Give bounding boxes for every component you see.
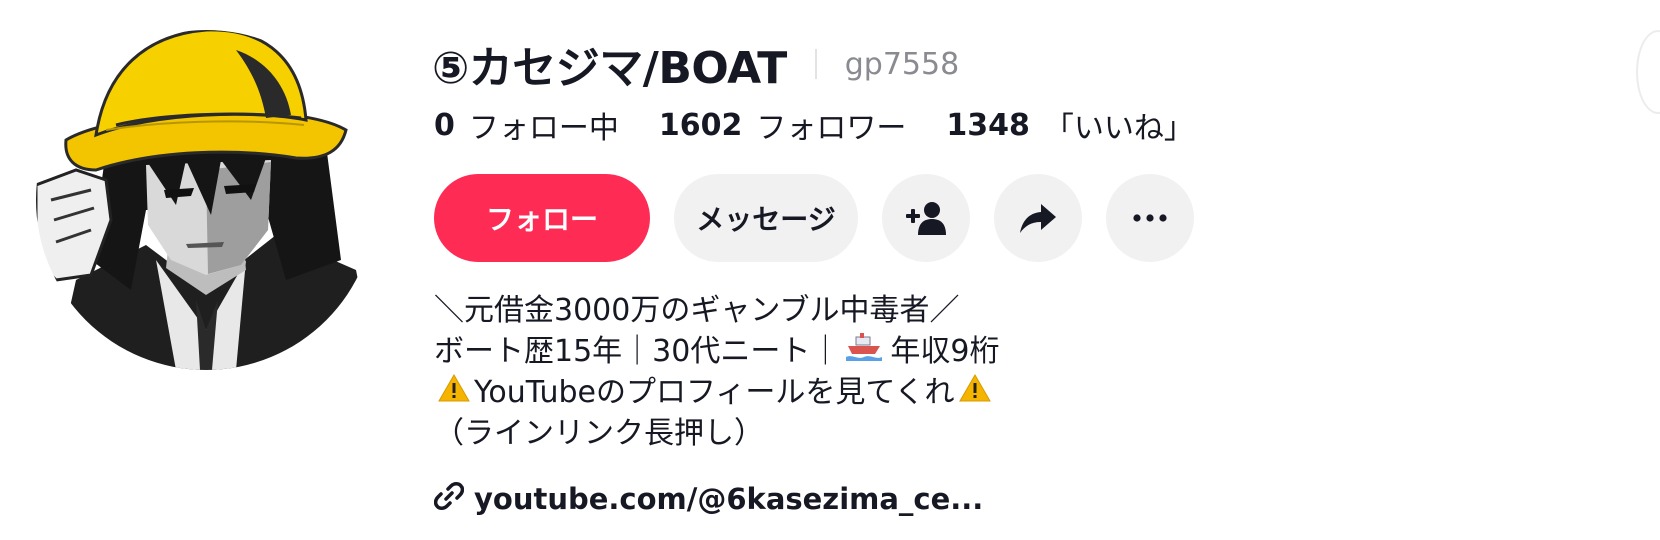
followers-label: フォロワー bbox=[756, 111, 907, 146]
username: gp7558 bbox=[844, 46, 960, 82]
boat-icon bbox=[846, 331, 883, 372]
warning-icon bbox=[438, 372, 470, 413]
likes-count: 1348 bbox=[946, 107, 1030, 143]
stat-following[interactable]: 0 フォロー中 bbox=[434, 103, 619, 147]
warning-icon bbox=[958, 372, 991, 413]
stat-likes: 1348 「いいね」 bbox=[946, 103, 1194, 147]
bio-line: YouTubeのプロフィールを見てくれ bbox=[434, 372, 1134, 413]
stat-followers[interactable]: 1602 フォロワー bbox=[659, 103, 907, 147]
following-label: フォロー中 bbox=[468, 111, 619, 146]
bio-line-3-text: YouTubeのプロフィールを見てくれ bbox=[474, 375, 955, 410]
likes-label: 「いいね」 bbox=[1043, 111, 1194, 146]
bio-line-4: （ラインリンク長押し） bbox=[434, 416, 764, 451]
message-button-label: メッセージ bbox=[696, 203, 836, 236]
name-divider bbox=[814, 49, 817, 79]
link-icon bbox=[433, 481, 465, 518]
profile-link[interactable]: youtube.com/@6kasezima_ce... bbox=[433, 478, 984, 520]
display-name: ⑤カセジマ/BOAT bbox=[432, 43, 787, 94]
share-button[interactable] bbox=[994, 174, 1082, 262]
bio-line: ボート歴15年｜30代ニート｜ 年収9桁 bbox=[434, 331, 1134, 372]
bio-line-2-text: ボート歴15年｜30代ニート｜ bbox=[434, 334, 841, 369]
bio-line-2-tail: 年収9桁 bbox=[890, 334, 1000, 369]
bio: ＼元借金3000万のギャンブル中毒者／ ボート歴15年｜30代ニート｜ 年収9桁… bbox=[434, 290, 1134, 454]
share-icon bbox=[1020, 204, 1056, 233]
person-add-icon bbox=[906, 202, 946, 235]
side-panel-edge bbox=[1636, 30, 1660, 114]
more-icon bbox=[1133, 214, 1167, 222]
follow-button[interactable]: フォロー bbox=[434, 174, 650, 262]
avatar[interactable] bbox=[36, 30, 376, 370]
message-button[interactable]: メッセージ bbox=[674, 174, 858, 262]
follow-button-label: フォロー bbox=[485, 203, 598, 236]
profile-stats: 0 フォロー中 1602 フォロワー 1348 「いいね」 bbox=[434, 100, 1234, 150]
following-count: 0 bbox=[434, 107, 455, 143]
bio-line: ＼元借金3000万のギャンブル中毒者／ bbox=[434, 290, 1134, 331]
profile-link-text: youtube.com/@6kasezima_ce... bbox=[474, 482, 984, 516]
profile-header: ⑤カセジマ/BOAT gp7558 bbox=[432, 34, 959, 94]
bio-line: （ラインリンク長押し） bbox=[434, 413, 1134, 454]
avatar-illustration bbox=[36, 30, 376, 370]
more-button[interactable] bbox=[1106, 174, 1194, 262]
add-friend-button[interactable] bbox=[882, 174, 970, 262]
bio-line-1: ＼元借金3000万のギャンブル中毒者／ bbox=[434, 293, 960, 328]
followers-count: 1602 bbox=[658, 107, 743, 143]
